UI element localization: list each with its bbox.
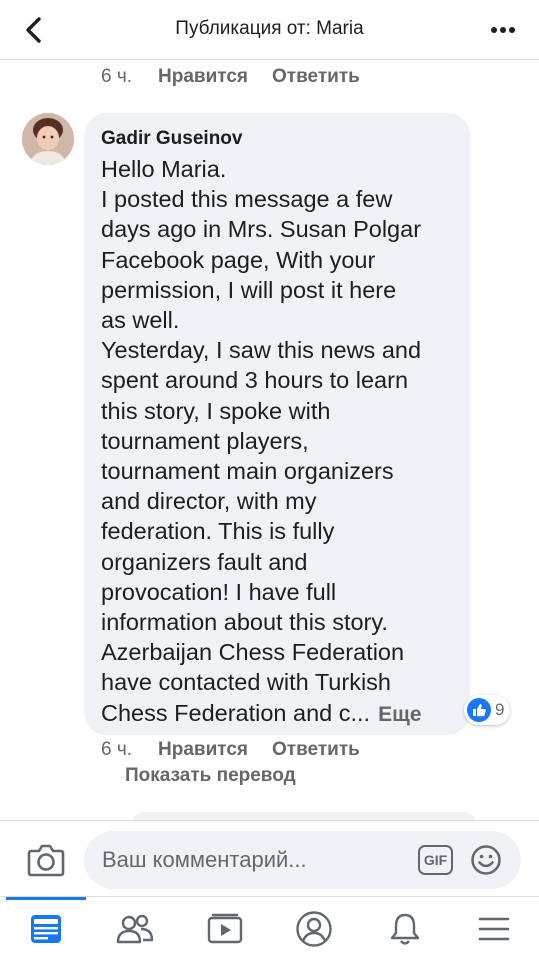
comment-composer: GIF: [0, 820, 539, 896]
top-header: Публикация от: Maria: [0, 0, 539, 60]
comment-text-line: Yesterday, I saw this news and: [101, 337, 422, 364]
reaction-badge[interactable]: 9: [464, 695, 511, 725]
comment-text-line: tournament main organizers: [101, 458, 394, 485]
camera-button[interactable]: [26, 841, 66, 879]
profile-icon: [296, 911, 332, 947]
page-title: Публикация от: Maria: [175, 18, 364, 39]
comment-text-line: federation. This is fully: [101, 518, 335, 545]
comment-text-line: and director, with my: [101, 488, 317, 515]
comment-text-line: Azerbaijan Chess Federation: [101, 639, 405, 666]
tab-friends[interactable]: [113, 907, 157, 951]
notifications-icon: [390, 913, 420, 945]
previous-comment-actions: 6 ч. Нравится Ответить: [101, 66, 360, 88]
avatar[interactable]: [22, 113, 74, 165]
like-button[interactable]: Нравится: [158, 739, 248, 761]
comment-text-line: tournament players,: [101, 427, 309, 454]
comment-text-line: Hello Maria.: [101, 156, 227, 182]
tab-news-feed[interactable]: [24, 907, 68, 951]
comment-bubble[interactable]: Gadir Guseinov Hello Maria. I posted thi…: [84, 113, 470, 735]
show-translation-link[interactable]: Показать перевод: [125, 765, 296, 787]
like-button[interactable]: Нравится: [158, 66, 248, 88]
news-feed-icon: [31, 915, 61, 943]
comment-text-line: have contacted with Turkish: [101, 669, 391, 696]
emoji-button[interactable]: [470, 844, 502, 876]
profile-photo-icon: [22, 113, 74, 165]
comment-text-line: as well.: [101, 307, 180, 334]
comment-text-line: I posted this message a few: [101, 186, 393, 213]
more-options-button[interactable]: [485, 14, 521, 46]
comment-text-line: provocation! I have full: [101, 578, 337, 605]
comment-text-line: permission, I will post it here: [101, 276, 397, 303]
comment-text-line: information about this story.: [101, 609, 388, 636]
menu-icon: [478, 917, 510, 941]
comment-author[interactable]: Gadir Guseinov: [101, 128, 470, 150]
emoji-icon: [471, 845, 501, 875]
bottom-tab-bar: [0, 896, 539, 960]
comment-timestamp: 6 ч.: [101, 739, 133, 760]
comment-text-line: organizers fault and: [101, 548, 308, 575]
comment-text-line: spent around 3 hours to learn: [101, 367, 409, 394]
comment-input[interactable]: [84, 831, 521, 889]
camera-icon: [27, 844, 65, 877]
tab-watch[interactable]: [203, 907, 247, 951]
reaction-count: 9: [495, 700, 505, 719]
comment-last-line: Chess Federation and c... Еще: [101, 698, 470, 730]
comment-text-line: Facebook page, With your: [101, 246, 376, 273]
reply-button[interactable]: Ответить: [272, 66, 360, 88]
comment-actions: 6 ч. Нравится Ответить: [101, 739, 360, 761]
tab-menu[interactable]: [472, 907, 516, 951]
comment-timestamp: 6 ч.: [101, 66, 133, 87]
gif-button[interactable]: GIF: [418, 845, 453, 875]
tab-notifications[interactable]: [383, 907, 427, 951]
active-tab-indicator: [6, 897, 86, 900]
tab-profile[interactable]: [292, 907, 336, 951]
comment-text-line: days ago in Mrs. Susan Polgar: [101, 216, 422, 243]
see-more-link[interactable]: Еще: [378, 703, 421, 726]
comment-text-truncated: Chess Federation and c...: [101, 699, 371, 726]
reply-button[interactable]: Ответить: [272, 739, 360, 761]
like-reaction-icon: [467, 698, 491, 722]
watch-icon: [207, 913, 243, 944]
more-horizontal-icon: [491, 27, 515, 33]
friends-icon: [116, 914, 154, 944]
comment-text-line: this story, I spoke with: [101, 397, 331, 424]
